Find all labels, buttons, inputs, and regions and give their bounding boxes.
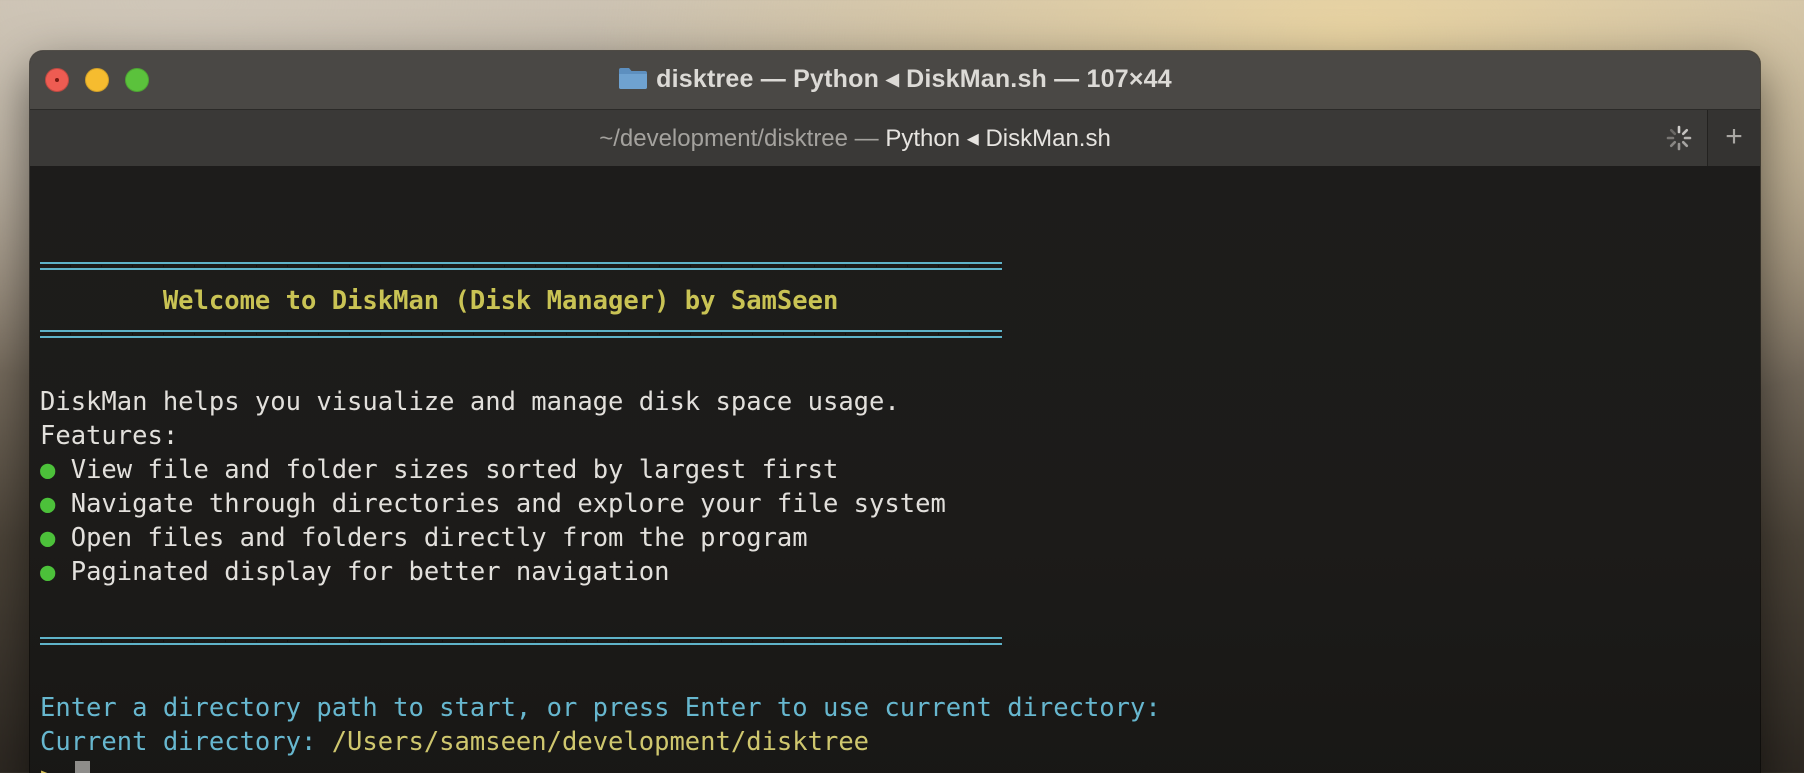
window-title-container: disktree — Python ◂ DiskMan.sh — 107×44 <box>30 64 1760 94</box>
text-cursor[interactable] <box>74 761 90 773</box>
intro-text: DiskMan helps you visualize and manage d… <box>40 387 900 417</box>
features-label: Features: <box>40 421 179 451</box>
input-line[interactable]: > <box>40 760 90 773</box>
title-bar[interactable]: disktree — Python ◂ DiskMan.sh — 107×44 <box>30 51 1760 109</box>
tab-bar: ~/development/disktree — Python ◂ DiskMa… <box>30 109 1760 167</box>
separator-rule-middle <box>40 330 1002 338</box>
spinner-icon <box>1666 125 1692 151</box>
feature-text: Open files and folders directly from the… <box>70 523 808 553</box>
separator-rule-bottom <box>40 637 1002 645</box>
terminal-output[interactable]: Welcome to DiskMan (Disk Manager) by Sam… <box>30 166 1760 773</box>
prompt-symbol: > <box>40 762 55 773</box>
tab-path: ~/development/disktree <box>599 125 848 152</box>
current-directory-path: /Users/samseen/development/disktree <box>331 727 870 757</box>
window-title: disktree — Python ◂ DiskMan.sh — 107×44 <box>656 65 1172 93</box>
feature-item: ● Navigate through directories and explo… <box>40 487 946 521</box>
current-directory-line: Current directory: /Users/samseen/develo… <box>40 725 869 759</box>
tab-active[interactable]: ~/development/disktree — Python ◂ DiskMa… <box>30 124 1680 153</box>
feature-item: ● View file and folder sizes sorted by l… <box>40 453 838 487</box>
separator-rule-top <box>40 262 1002 270</box>
welcome-banner: Welcome to DiskMan (Disk Manager) by Sam… <box>40 286 839 316</box>
feature-text: Navigate through directories and explore… <box>70 489 946 519</box>
bullet-icon: ● <box>40 557 56 587</box>
tab-process: Python ◂ DiskMan.sh <box>885 125 1111 152</box>
bullet-icon: ● <box>40 523 56 553</box>
tab-separator: — <box>848 125 886 152</box>
feature-text: Paginated display for better navigation <box>70 557 670 587</box>
feature-text: View file and folder sizes sorted by lar… <box>70 455 839 485</box>
terminal-window: disktree — Python ◂ DiskMan.sh — 107×44 … <box>30 51 1760 773</box>
enter-directory-prompt: Enter a directory path to start, or pres… <box>40 693 1161 723</box>
current-directory-label: Current directory: <box>40 727 332 757</box>
feature-item: ● Open files and folders directly from t… <box>40 521 808 555</box>
new-tab-button[interactable]: + <box>1707 110 1760 166</box>
bullet-icon: ● <box>40 455 56 485</box>
folder-icon <box>618 66 648 90</box>
bullet-icon: ● <box>40 489 56 519</box>
feature-item: ● Paginated display for better navigatio… <box>40 555 669 589</box>
